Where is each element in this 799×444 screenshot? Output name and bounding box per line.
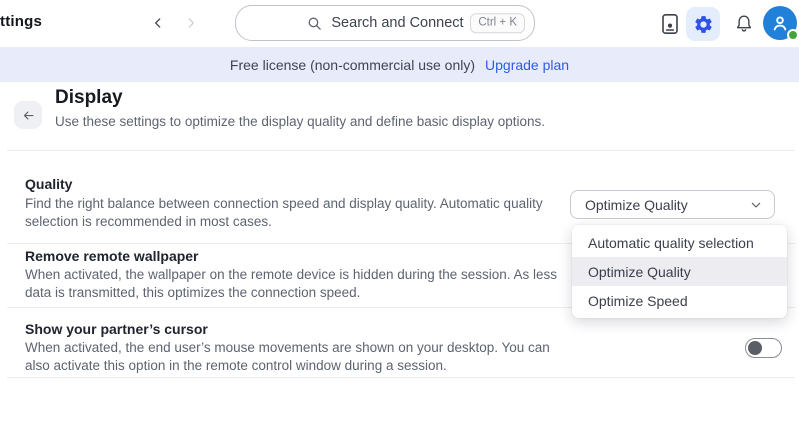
page-subtitle: Use these settings to optimize the displ…: [55, 114, 546, 129]
contacts-device-icon: [658, 12, 682, 36]
quality-select-value: Optimize Quality: [585, 196, 688, 213]
chevron-down-icon: [748, 197, 764, 213]
toggle-knob: [748, 340, 762, 355]
upgrade-plan-link[interactable]: Upgrade plan: [485, 57, 569, 73]
divider: [7, 377, 795, 378]
setting-description-remove-wallpaper: When activated, the wallpaper on the rem…: [25, 267, 558, 300]
quality-dropdown-menu: Automatic quality selection Optimize Qua…: [572, 225, 787, 318]
forward-chevron-icon: [183, 15, 199, 31]
quality-select[interactable]: Optimize Quality: [570, 190, 775, 219]
dropdown-menu-item[interactable]: Optimize Quality: [572, 257, 787, 286]
license-banner: Free license (non-commercial use only) U…: [0, 47, 799, 82]
notifications-bell-icon: [733, 13, 755, 35]
dropdown-menu-item[interactable]: Automatic quality selection: [572, 228, 787, 257]
setting-description-partner-cursor: When activated, the end user’s mouse mov…: [25, 340, 550, 373]
top-bar: ttings Search and Connect Ctrl + K: [0, 0, 799, 47]
user-avatar[interactable]: [763, 6, 799, 41]
back-chevron-icon: [150, 15, 166, 31]
notifications-button[interactable]: [727, 7, 761, 41]
nav-forward-button[interactable]: [181, 13, 201, 33]
contacts-device-button[interactable]: [653, 7, 687, 41]
search-shortcut-badge: Ctrl + K: [470, 13, 525, 33]
setting-title-remove-wallpaper: Remove remote wallpaper: [25, 248, 199, 264]
setting-description-quality: Find the right balance between connectio…: [25, 196, 543, 229]
nav-back-button[interactable]: [148, 13, 168, 33]
search-input[interactable]: Search and Connect Ctrl + K: [235, 5, 535, 41]
settings-gear-icon: [693, 14, 714, 35]
page-title: Display: [55, 87, 123, 108]
window-title: ttings: [0, 13, 43, 30]
setting-title-partner-cursor: Show your partner’s cursor: [25, 321, 208, 337]
setting-title-quality: Quality: [25, 176, 73, 192]
page-back-button[interactable]: [14, 101, 42, 129]
back-arrow-icon: [21, 108, 36, 123]
settings-gear-button[interactable]: [686, 7, 720, 41]
search-icon: [306, 15, 323, 32]
search-placeholder: Search and Connect: [331, 15, 464, 31]
license-banner-text: Free license (non-commercial use only): [229, 56, 476, 73]
divider: [7, 150, 795, 151]
presence-dot: [787, 29, 799, 41]
dropdown-menu-item[interactable]: Optimize Speed: [572, 286, 787, 315]
partner-cursor-toggle[interactable]: [745, 338, 782, 358]
